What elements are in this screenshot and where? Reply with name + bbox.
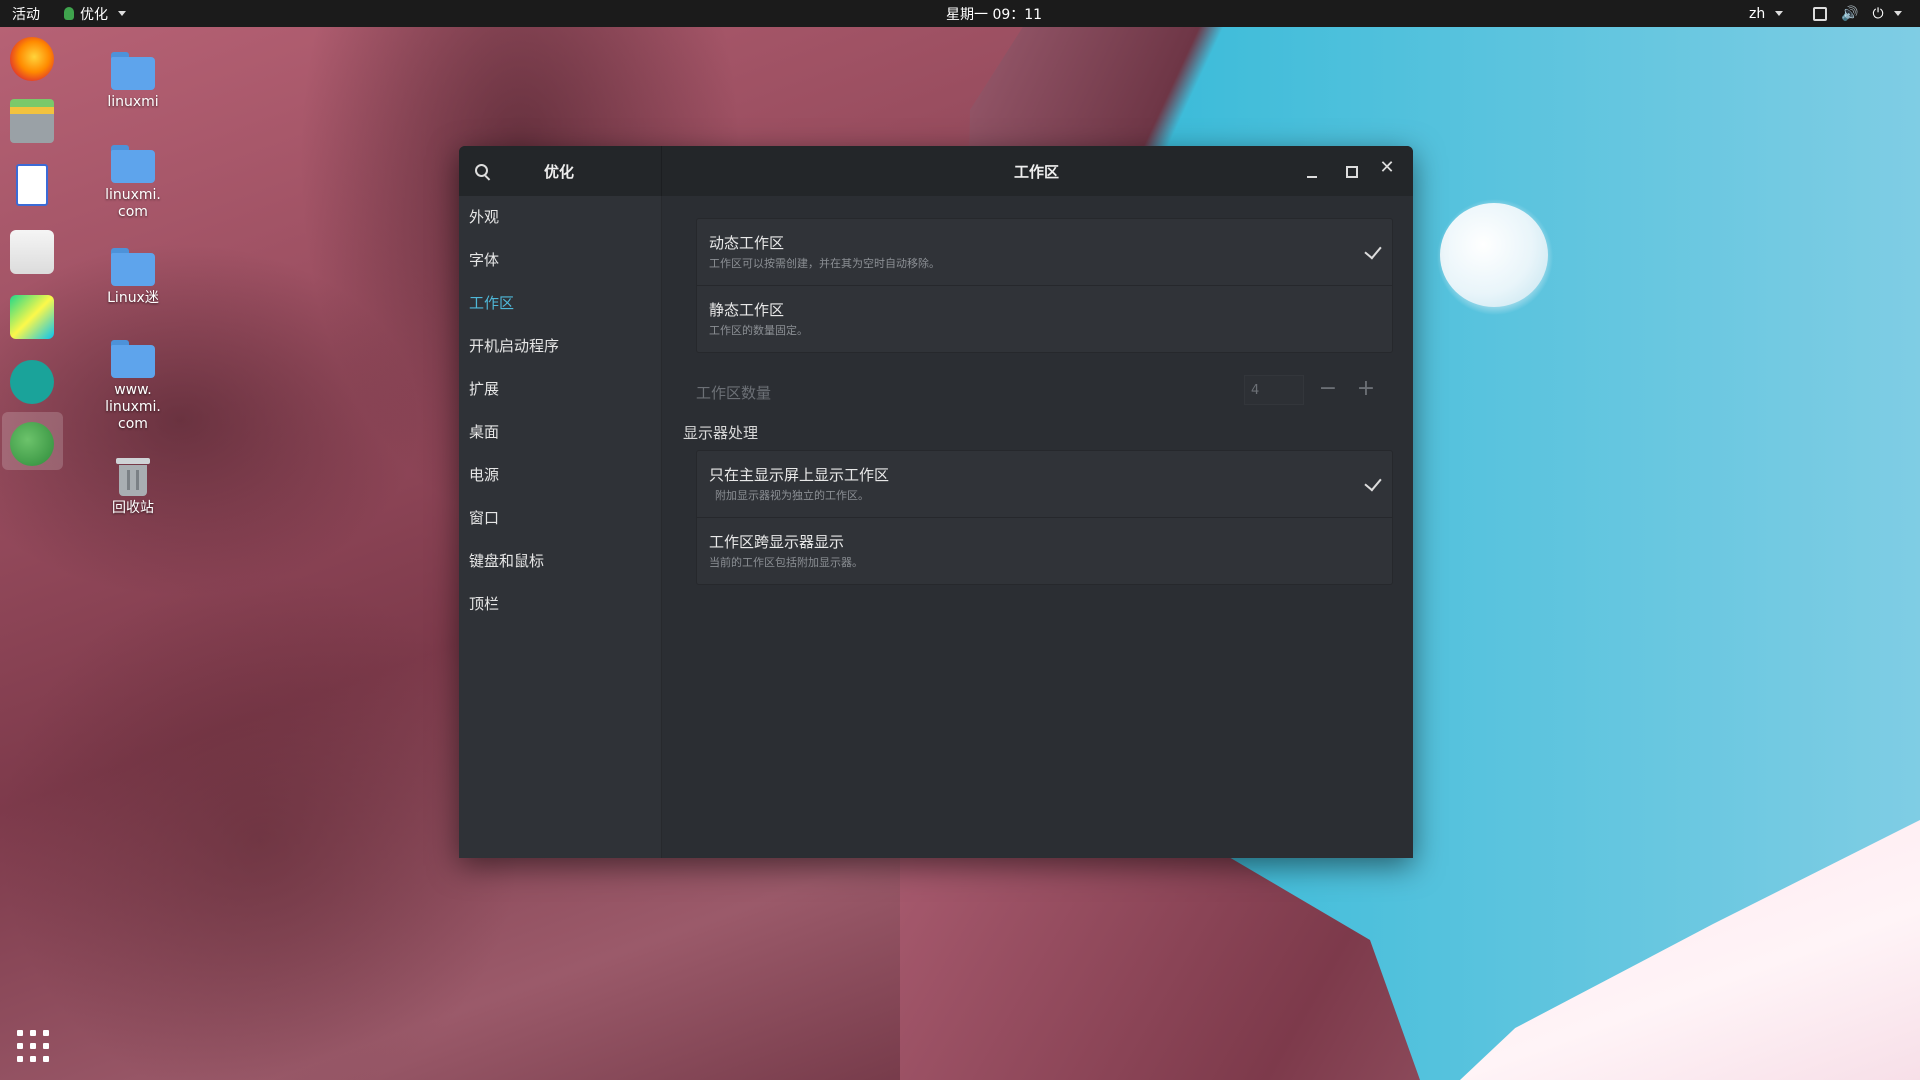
window-title: 工作区 <box>1014 163 1060 181</box>
screen-icon <box>1813 6 1827 21</box>
dock <box>0 27 65 1080</box>
maximize-button[interactable] <box>1346 166 1358 178</box>
tweaks-app-icon <box>64 7 74 20</box>
desktop-icon-label: 回收站 <box>112 500 154 516</box>
workspace-count-input[interactable]: 4 <box>1244 375 1304 405</box>
decrement-button[interactable]: − <box>1310 375 1346 405</box>
desktop-icon-label: linuxmi <box>107 94 159 110</box>
option-subtitle: 附加显示器视为独立的工作区。 <box>715 489 869 502</box>
files-icon[interactable] <box>10 99 54 143</box>
span-displays-option[interactable]: 工作区跨显示器显示 当前的工作区包括附加显示器。 <box>697 518 1392 584</box>
settings-content: 动态工作区 工作区可以按需创建，并在其为空时自动移除。 静态工作区 工作区的数量… <box>662 196 1413 858</box>
power-icon: ⏻ <box>1872 5 1884 22</box>
checkmark-icon <box>1364 473 1382 492</box>
desktop-folder[interactable]: www. linuxmi. com <box>88 340 178 433</box>
sidebar: 外观 字体 工作区 开机启动程序 扩展 桌面 电源 窗口 键盘和鼠标 顶栏 <box>459 196 662 858</box>
desktop-folder[interactable]: Linux迷 <box>88 248 178 307</box>
app-menu-label: 优化 <box>80 6 108 23</box>
language-button[interactable]: zh <box>1749 0 1784 27</box>
language-label: zh <box>1749 5 1766 22</box>
aperture-icon[interactable] <box>10 360 54 404</box>
system-menu-button[interactable]: 🔊 ⏻ <box>1813 0 1902 27</box>
firefox-icon[interactable] <box>10 37 54 81</box>
trash-icon <box>116 458 150 496</box>
sidebar-item-power[interactable]: 电源 <box>459 454 661 497</box>
option-subtitle: 工作区可以按需创建，并在其为空时自动移除。 <box>709 257 940 270</box>
sidebar-item-appearance[interactable]: 外观 <box>459 196 661 239</box>
chevron-down-icon <box>1893 11 1902 16</box>
desktop-trash[interactable]: 回收站 <box>88 458 178 517</box>
increment-button[interactable]: + <box>1348 375 1384 405</box>
display-handling-heading: 显示器处理 <box>683 424 759 442</box>
sidebar-item-extensions[interactable]: 扩展 <box>459 368 661 411</box>
sidebar-title: 优化 <box>544 163 575 181</box>
clock-label: 星期一 09：11 <box>946 6 1043 23</box>
option-title: 只在主显示屏上显示工作区 <box>709 466 890 484</box>
folder-icon <box>111 145 155 183</box>
app-menu-button[interactable]: 优化 <box>64 0 126 27</box>
desktop-icon-label: Linux迷 <box>107 290 159 306</box>
chevron-down-icon <box>118 11 126 16</box>
software-center-icon[interactable] <box>10 230 54 274</box>
wallpaper-snow <box>1460 820 1920 1080</box>
activities-button[interactable]: 活动 <box>12 0 40 27</box>
activities-label: 活动 <box>12 6 40 23</box>
minimize-button[interactable] <box>1307 176 1317 178</box>
option-title: 静态工作区 <box>709 301 785 319</box>
folder-icon <box>111 248 155 286</box>
sidebar-item-windows[interactable]: 窗口 <box>459 497 661 540</box>
folder-icon <box>111 52 155 90</box>
desktop-icon-label: www. linuxmi. com <box>105 382 161 432</box>
tweaks-icon[interactable] <box>10 422 54 466</box>
pycharm-icon[interactable] <box>10 295 54 339</box>
checkmark-icon <box>1364 241 1382 260</box>
option-title: 工作区跨显示器显示 <box>709 533 845 551</box>
app-grid-icon[interactable] <box>17 1030 49 1062</box>
desktop-folder[interactable]: linuxmi. com <box>88 145 178 221</box>
sidebar-item-desktop[interactable]: 桌面 <box>459 411 661 454</box>
sidebar-item-keyboard-mouse[interactable]: 键盘和鼠标 <box>459 540 661 583</box>
wallpaper-moon <box>1440 203 1548 307</box>
option-subtitle: 工作区的数量固定。 <box>709 324 808 337</box>
option-subtitle: 当前的工作区包括附加显示器。 <box>709 556 863 569</box>
workspace-count-row: 工作区数量 4 − + <box>696 373 1391 409</box>
desktop-icon-label: linuxmi. com <box>105 187 161 220</box>
close-button[interactable]: ✕ <box>1379 159 1395 177</box>
header-separator <box>661 146 662 196</box>
search-icon[interactable] <box>475 164 491 181</box>
static-workspaces-option[interactable]: 静态工作区 工作区的数量固定。 <box>697 286 1392 352</box>
sidebar-item-startup-apps[interactable]: 开机启动程序 <box>459 325 661 368</box>
display-handling-card: 只在主显示屏上显示工作区 附加显示器视为独立的工作区。 工作区跨显示器显示 当前… <box>696 450 1393 585</box>
workspace-mode-card: 动态工作区 工作区可以按需创建，并在其为空时自动移除。 静态工作区 工作区的数量… <box>696 218 1393 353</box>
sidebar-item-workspaces[interactable]: 工作区 <box>459 282 661 325</box>
primary-display-only-option[interactable]: 只在主显示屏上显示工作区 附加显示器视为独立的工作区。 <box>697 451 1392 518</box>
sidebar-item-fonts[interactable]: 字体 <box>459 239 661 282</box>
tweaks-window: 优化 工作区 ✕ 外观 字体 工作区 开机启动程序 扩展 桌面 电源 窗口 键盘… <box>459 146 1413 858</box>
volume-icon: 🔊 <box>1841 5 1859 22</box>
clock-button[interactable]: 星期一 09：11 <box>946 0 1042 27</box>
window-titlebar[interactable]: 优化 工作区 ✕ <box>459 146 1413 197</box>
top-bar: 活动 优化 星期一 09：11 zh 🔊 ⏻ <box>0 0 1920 27</box>
workspace-count-label: 工作区数量 <box>696 384 772 402</box>
desktop-folder[interactable]: linuxmi <box>88 52 178 111</box>
chevron-down-icon <box>1775 11 1784 16</box>
option-title: 动态工作区 <box>709 234 785 252</box>
dynamic-workspaces-option[interactable]: 动态工作区 工作区可以按需创建，并在其为空时自动移除。 <box>697 219 1392 286</box>
folder-icon <box>111 340 155 378</box>
text-editor-icon[interactable] <box>16 164 48 206</box>
wallpaper-rock-lower <box>900 840 1420 1080</box>
sidebar-item-top-bar[interactable]: 顶栏 <box>459 583 661 626</box>
